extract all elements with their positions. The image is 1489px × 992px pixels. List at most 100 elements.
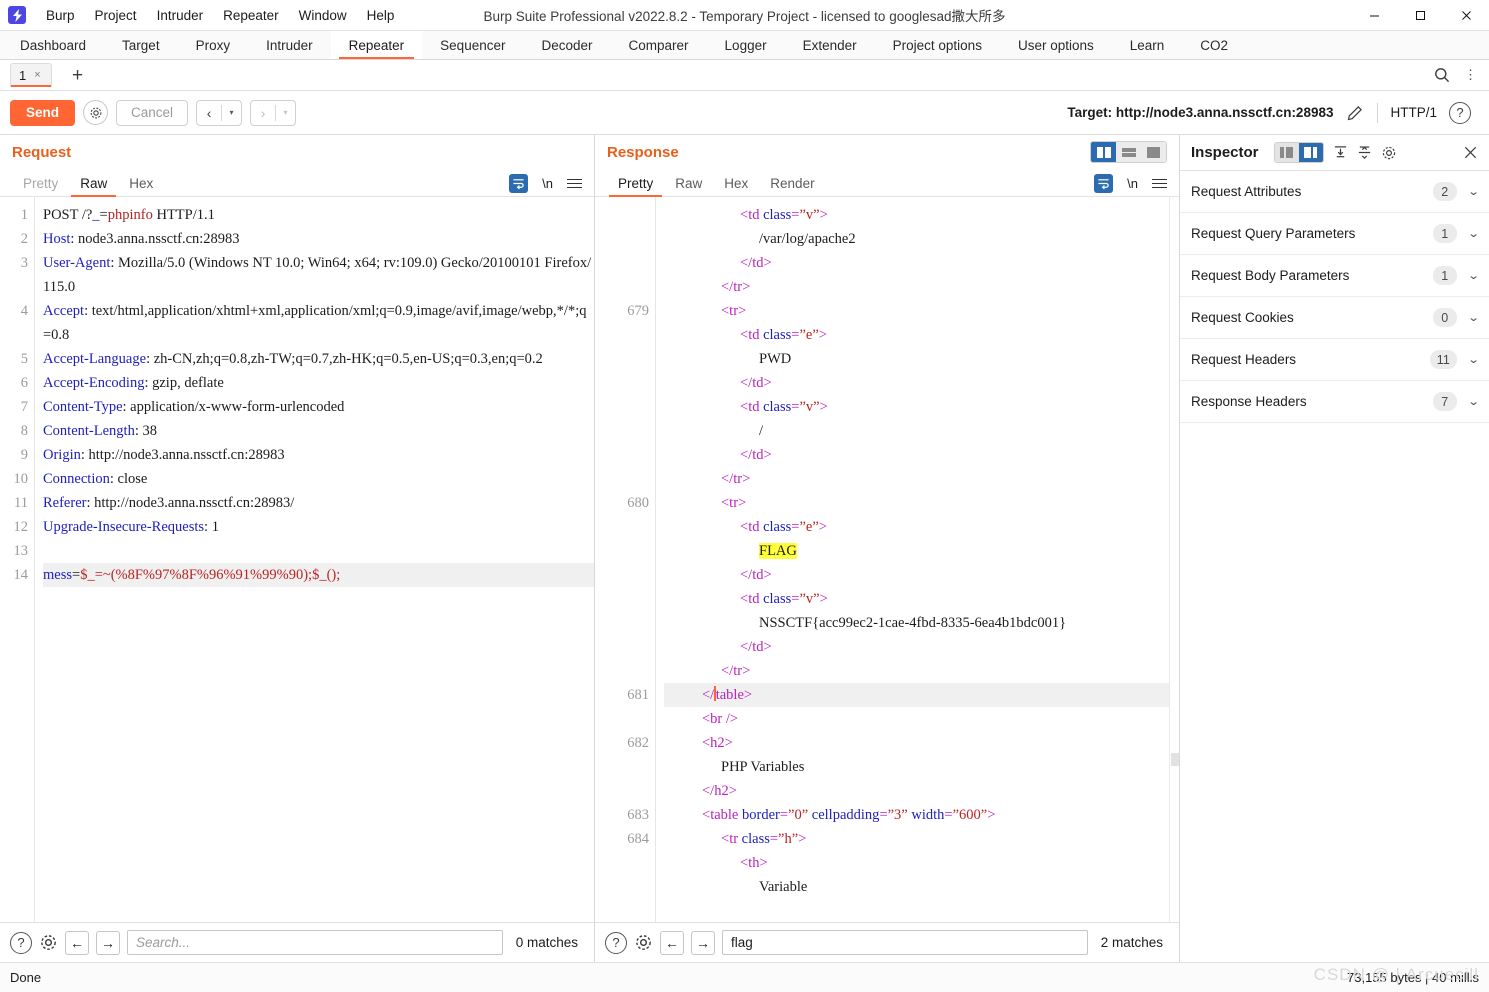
code-token: : zh-CN,zh;q=0.8,zh-TW;q=0.7,zh-HK;q=0.5… <box>146 351 543 367</box>
search-prev-button[interactable]: ← <box>65 930 89 955</box>
response-scrollbar[interactable] <box>1169 197 1179 922</box>
response-tab-render[interactable]: Render <box>759 176 825 196</box>
close-icon[interactable] <box>1463 145 1478 160</box>
hamburger-icon[interactable] <box>567 178 582 189</box>
inspector-section-request-attributes[interactable]: Request Attributes 2 ⌄ <box>1180 171 1489 213</box>
inspector-section-request-body-parameters[interactable]: Request Body Parameters 1 ⌄ <box>1180 255 1489 297</box>
gear-icon[interactable] <box>83 100 109 125</box>
search-icon[interactable] <box>1434 67 1450 83</box>
maximize-button[interactable] <box>1397 0 1443 31</box>
http-version-label[interactable]: HTTP/1 <box>1390 105 1437 120</box>
word-wrap-icon[interactable] <box>1094 174 1114 193</box>
pencil-icon[interactable] <box>1345 103 1365 123</box>
chevron-down-icon[interactable]: ⌄ <box>1467 353 1479 366</box>
code-token: : Mozilla/5.0 (Windows NT 10.0; Win64; x… <box>43 255 592 295</box>
gear-icon[interactable] <box>1381 145 1397 161</box>
menu-window[interactable]: Window <box>289 5 357 26</box>
code-token: : 1 <box>204 519 219 535</box>
request-tab-pretty[interactable]: Pretty <box>12 176 69 196</box>
newline-toggle[interactable]: \n <box>1127 176 1138 191</box>
chevron-down-icon[interactable]: ⌄ <box>1467 227 1479 240</box>
help-icon[interactable]: ? <box>605 931 627 954</box>
code-token: <h2> <box>702 735 733 751</box>
request-code[interactable]: POST /?_=phpinfo HTTP/1.1 Host: node3.ann… <box>34 197 594 922</box>
cancel-button[interactable]: Cancel <box>116 99 189 126</box>
chevron-down-icon[interactable]: ⌄ <box>1467 185 1479 198</box>
chevron-down-icon[interactable]: ⌄ <box>1467 269 1479 282</box>
tab-comparer[interactable]: Comparer <box>611 31 707 59</box>
chevron-down-icon[interactable]: ▾ <box>276 101 295 125</box>
code-line: </td> <box>664 371 1179 395</box>
inspector-section-request-cookies[interactable]: Request Cookies 0 ⌄ <box>1180 297 1489 339</box>
expand-all-icon[interactable] <box>1357 145 1372 160</box>
search-next-button[interactable]: → <box>96 930 120 955</box>
menu-project[interactable]: Project <box>85 5 147 26</box>
chevron-down-icon[interactable]: ▾ <box>222 101 241 125</box>
main-content: Request Pretty Raw Hex \n 1 2 3 4 5 6 7 8 9 10 11 1… <box>0 135 1489 962</box>
tab-decoder[interactable]: Decoder <box>523 31 610 59</box>
menu-burp[interactable]: Burp <box>36 5 85 26</box>
tab-repeater[interactable]: Repeater <box>330 31 423 59</box>
search-prev-button[interactable]: ← <box>660 930 684 955</box>
tab-extender[interactable]: Extender <box>785 31 875 59</box>
response-tab-pretty[interactable]: Pretty <box>607 176 664 197</box>
gear-icon[interactable] <box>39 933 58 952</box>
response-tab-raw[interactable]: Raw <box>664 176 713 196</box>
inspector-section-request-headers[interactable]: Request Headers 11 ⌄ <box>1180 339 1489 381</box>
more-options-icon[interactable]: ⋮ <box>1464 67 1477 83</box>
menu-intruder[interactable]: Intruder <box>147 5 214 26</box>
menu-repeater[interactable]: Repeater <box>213 5 289 26</box>
menu-help[interactable]: Help <box>357 5 405 26</box>
response-editor[interactable]: 679 680 681 682 683 684 <td class=”v”>/var/lo… <box>595 197 1179 922</box>
send-button[interactable]: Send <box>10 99 76 126</box>
minimize-button[interactable] <box>1351 0 1397 31</box>
tab-proxy[interactable]: Proxy <box>178 31 249 59</box>
tab-project-options[interactable]: Project options <box>875 31 1000 59</box>
request-tab-hex[interactable]: Hex <box>118 176 164 196</box>
newline-toggle[interactable]: \n <box>542 176 553 191</box>
request-tab-raw[interactable]: Raw <box>69 176 118 197</box>
response-tab-hex[interactable]: Hex <box>713 176 759 196</box>
word-wrap-icon[interactable] <box>509 174 529 193</box>
repeater-tab-1[interactable]: 1 × <box>10 63 52 87</box>
forward-arrow-icon[interactable]: › <box>251 101 275 125</box>
request-editor[interactable]: 1 2 3 4 5 6 7 8 9 10 11 12 13 14 POST /?_=phpinfo HTT… <box>0 197 594 922</box>
chevron-down-icon[interactable]: ⌄ <box>1467 395 1479 408</box>
inspector-section-response-headers[interactable]: Response Headers 7 ⌄ <box>1180 381 1489 423</box>
close-button[interactable] <box>1443 0 1489 31</box>
tab-target[interactable]: Target <box>104 31 178 59</box>
response-search-input[interactable] <box>722 930 1088 955</box>
single-pane-icon[interactable] <box>1141 142 1166 162</box>
request-search-input[interactable] <box>127 930 503 955</box>
help-icon[interactable]: ? <box>1449 101 1471 124</box>
split-horizontal-icon[interactable] <box>1116 142 1141 162</box>
chevron-down-icon[interactable]: ⌄ <box>1467 311 1479 324</box>
inspector-section-request-query-parameters[interactable]: Request Query Parameters 1 ⌄ <box>1180 213 1489 255</box>
add-tab-button[interactable]: + <box>66 66 89 85</box>
search-next-button[interactable]: → <box>691 930 715 955</box>
history-forward-group[interactable]: › ▾ <box>250 99 297 126</box>
close-icon[interactable]: × <box>34 69 40 81</box>
split-vertical-icon[interactable] <box>1091 142 1116 162</box>
tab-logger[interactable]: Logger <box>707 31 785 59</box>
line-number: 13 <box>13 543 29 559</box>
tab-learn[interactable]: Learn <box>1112 31 1183 59</box>
gear-icon[interactable] <box>634 933 653 952</box>
collapse-all-icon[interactable] <box>1333 145 1348 160</box>
code-token: class <box>763 399 792 415</box>
history-back-group[interactable]: ‹ ▾ <box>196 99 243 126</box>
hamburger-icon[interactable] <box>1152 178 1167 189</box>
tab-sequencer[interactable]: Sequencer <box>422 31 523 59</box>
tab-co2[interactable]: CO2 <box>1182 31 1246 59</box>
help-icon[interactable]: ? <box>10 931 32 954</box>
tab-user-options[interactable]: User options <box>1000 31 1112 59</box>
back-arrow-icon[interactable]: ‹ <box>197 101 221 125</box>
layout-right-icon[interactable] <box>1298 143 1323 162</box>
scrollbar-thumb[interactable] <box>1171 753 1179 766</box>
code-line: PWD <box>664 347 1179 371</box>
layout-left-icon[interactable] <box>1274 143 1299 162</box>
response-code[interactable]: <td class=”v”>/var/log/apache2 </td> </tr>… <box>655 197 1179 922</box>
tab-intruder[interactable]: Intruder <box>248 31 331 59</box>
tab-dashboard[interactable]: Dashboard <box>2 31 104 59</box>
code-token: : node3.anna.nssctf.cn:28983 <box>70 231 240 247</box>
